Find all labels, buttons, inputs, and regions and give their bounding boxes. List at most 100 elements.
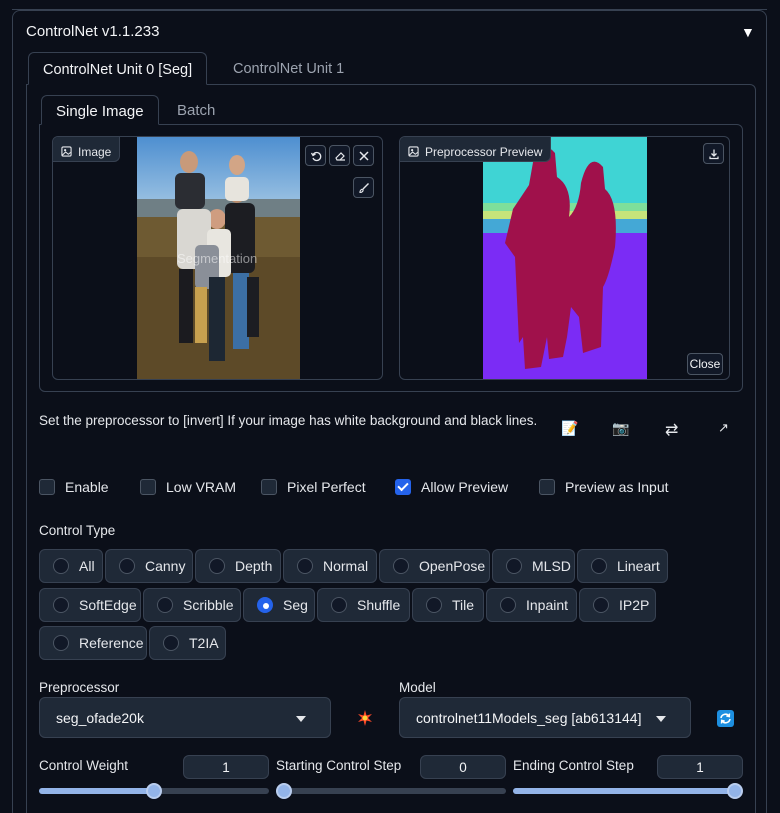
tab-single-image[interactable]: Single Image [41, 95, 159, 125]
control-weight-input[interactable]: 1 [183, 755, 269, 779]
brush-icon[interactable] [353, 177, 374, 198]
radio-dot-selected[interactable] [257, 597, 273, 613]
radio-dot[interactable] [53, 597, 69, 613]
checkbox-box[interactable] [140, 479, 156, 495]
model-label: Model [399, 680, 436, 695]
slider-thumb[interactable] [276, 783, 292, 799]
starting-control-step-label: Starting Control Step [276, 758, 402, 773]
control-type-openpose[interactable]: OpenPose [379, 549, 490, 583]
camera-icon[interactable]: 📷 [612, 420, 629, 437]
tab-controlnet-unit-0[interactable]: ControlNet Unit 0 [Seg] [28, 52, 208, 85]
radio-label: Seg [283, 597, 308, 613]
model-dropdown[interactable]: controlnet11Models_seg [ab613144] [399, 697, 691, 738]
slider-thumb[interactable] [727, 783, 743, 799]
radio-dot[interactable] [426, 597, 442, 613]
radio-dot[interactable] [209, 558, 225, 574]
tab-controlnet-unit-1[interactable]: ControlNet Unit 1 [219, 52, 358, 85]
control-type-reference[interactable]: Reference [39, 626, 147, 660]
checkbox-box[interactable] [539, 479, 555, 495]
radio-label: OpenPose [419, 558, 486, 574]
checkbox-box-checked[interactable] [395, 479, 411, 495]
close-preview-button[interactable]: Close [687, 353, 723, 375]
radio-label: Canny [145, 558, 186, 574]
radio-dot[interactable] [591, 558, 607, 574]
image-upload-box[interactable]: Segmentation Image [52, 136, 383, 380]
slider-thumb[interactable] [146, 783, 162, 799]
checkbox-box[interactable] [39, 479, 55, 495]
radio-dot[interactable] [163, 635, 179, 651]
pixel-perfect-checkbox[interactable]: Pixel Perfect [261, 478, 366, 496]
allow-preview-checkbox[interactable]: Allow Preview [395, 478, 508, 496]
download-icon[interactable] [703, 143, 724, 164]
ending-control-step-input[interactable]: 1 [657, 755, 743, 779]
tab-batch[interactable]: Batch [163, 95, 229, 125]
radio-dot[interactable] [393, 558, 409, 574]
refresh-models-icon[interactable] [717, 710, 734, 727]
control-type-depth[interactable]: Depth [195, 549, 281, 583]
enable-checkbox[interactable]: Enable [39, 478, 109, 496]
low-vram-checkbox[interactable]: Low VRAM [140, 478, 236, 496]
control-type-scribble[interactable]: Scribble [143, 588, 241, 622]
starting-control-step-input[interactable]: 0 [420, 755, 506, 779]
control-type-all[interactable]: All [39, 549, 103, 583]
radio-dot[interactable] [331, 597, 347, 613]
preprocessor-value: seg_ofade20k [56, 710, 144, 726]
control-type-ip2p[interactable]: IP2P [579, 588, 656, 622]
checkbox-label: Preview as Input [565, 479, 669, 495]
preview-as-input-checkbox[interactable]: Preview as Input [539, 478, 669, 496]
control-type-tile[interactable]: Tile [412, 588, 484, 622]
radio-dot[interactable] [53, 558, 69, 574]
radio-dot[interactable] [506, 558, 522, 574]
ending-control-step-slider[interactable] [513, 783, 743, 799]
control-type-normal[interactable]: Normal [283, 549, 377, 583]
control-type-mlsd[interactable]: MLSD [492, 549, 575, 583]
swap-icon[interactable]: ⇄ [665, 420, 678, 440]
radio-dot[interactable] [297, 558, 313, 574]
radio-label: T2IA [189, 635, 219, 651]
control-type-lineart[interactable]: Lineart [577, 549, 668, 583]
send-dimensions-icon[interactable]: ↗ [718, 420, 729, 436]
accordion-title[interactable]: ControlNet v1.1.233 [26, 23, 159, 40]
radio-dot[interactable] [593, 597, 609, 613]
radio-label: Reference [79, 635, 144, 651]
control-type-softedge[interactable]: SoftEdge [39, 588, 141, 622]
checkbox-label: Allow Preview [421, 479, 509, 495]
radio-label: MLSD [532, 558, 571, 574]
preprocessor-dropdown[interactable]: seg_ofade20k [39, 697, 331, 738]
image-icon [408, 146, 419, 157]
undo-icon[interactable] [305, 145, 326, 166]
invert-hint-text: Set the preprocessor to [invert] If your… [39, 413, 538, 428]
eraser-icon[interactable] [329, 145, 350, 166]
radio-label: Depth [235, 558, 273, 574]
preprocessor-preview-box: Preprocessor Preview Close [399, 136, 730, 380]
chevron-down-icon [296, 716, 306, 722]
chevron-down-icon [656, 716, 666, 722]
radio-label: Scribble [183, 597, 234, 613]
radio-dot[interactable] [119, 558, 135, 574]
control-weight-slider[interactable] [39, 783, 269, 799]
radio-dot[interactable] [500, 597, 516, 613]
radio-label: SoftEdge [79, 597, 137, 613]
run-preprocessor-icon[interactable] [357, 710, 373, 726]
preview-label: Preprocessor Preview [400, 137, 552, 162]
control-weight-label: Control Weight [39, 758, 129, 773]
control-type-seg[interactable]: Seg [243, 588, 315, 622]
control-type-inpaint[interactable]: Inpaint [486, 588, 577, 622]
radio-dot[interactable] [157, 597, 173, 613]
radio-label: Tile [452, 597, 475, 613]
radio-label: IP2P [619, 597, 650, 613]
family-photo: Segmentation [137, 137, 300, 379]
control-type-shuffle[interactable]: Shuffle [317, 588, 410, 622]
image-label: Image [53, 137, 121, 162]
starting-control-step-slider[interactable] [276, 783, 506, 799]
radio-label: All [79, 558, 95, 574]
control-type-canny[interactable]: Canny [105, 549, 193, 583]
radio-dot[interactable] [53, 635, 69, 651]
collapse-caret-icon[interactable]: ▼ [741, 24, 755, 40]
clear-image-icon[interactable] [353, 145, 374, 166]
edit-icon[interactable]: 📝 [561, 420, 578, 437]
control-type-t2ia[interactable]: T2IA [149, 626, 226, 660]
checkbox-box[interactable] [261, 479, 277, 495]
ending-control-step-label: Ending Control Step [513, 758, 634, 773]
preprocessor-label: Preprocessor [39, 680, 120, 695]
